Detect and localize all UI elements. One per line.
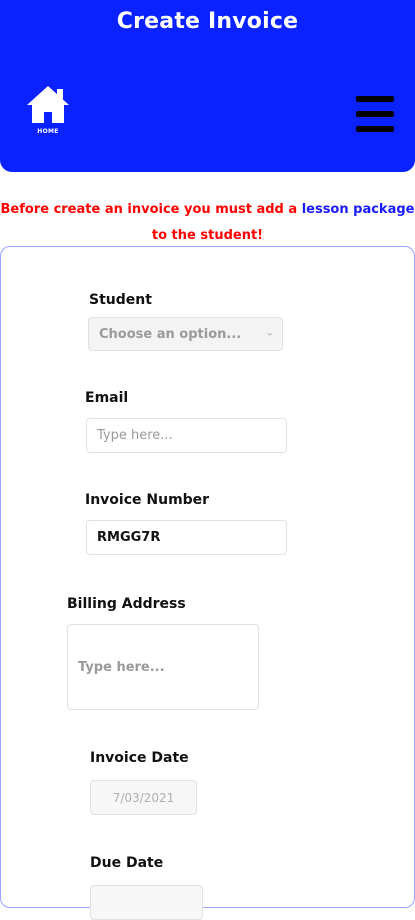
billing-address-label: Billing Address (67, 596, 186, 612)
email-field[interactable]: Type here... (86, 418, 287, 453)
home-button[interactable]: HOME (22, 84, 74, 148)
due-date-label: Due Date (90, 855, 164, 871)
email-label: Email (85, 390, 129, 406)
app-header: Create Invoice HOME (0, 0, 415, 172)
menu-bar-icon (356, 111, 394, 117)
invoice-date-field[interactable]: 7/03/2021 (90, 780, 197, 815)
warning-text-start: Before create an invoice you must add a (0, 202, 302, 217)
invoice-number-label: Invoice Number (85, 492, 210, 508)
page-title: Create Invoice (116, 9, 299, 34)
student-select-value: Choose an option... (99, 326, 242, 342)
invoice-form: Student Choose an option... ⌄ Email Type… (0, 246, 415, 920)
invoice-number-field[interactable]: RMGG7R (86, 520, 287, 555)
email-placeholder: Type here... (97, 428, 173, 443)
menu-bar-icon (356, 126, 394, 132)
hamburger-menu-button[interactable] (356, 96, 398, 138)
invoice-number-value: RMGG7R (97, 530, 161, 545)
chevron-down-icon: ⌄ (265, 327, 274, 339)
package-warning: Before create an invoice you must add a … (0, 197, 415, 249)
home-label: HOME (37, 128, 59, 135)
invoice-date-value: 7/03/2021 (112, 790, 175, 805)
student-select[interactable]: Choose an option... ⌄ (88, 317, 283, 351)
warning-text-end: to the student! (151, 228, 264, 243)
lesson-package-link[interactable]: lesson package (302, 202, 415, 217)
billing-address-placeholder: Type here... (78, 659, 165, 675)
student-label: Student (89, 292, 152, 308)
menu-bar-icon (356, 96, 394, 102)
home-icon (27, 86, 69, 123)
due-date-field[interactable] (90, 885, 203, 920)
invoice-date-label: Invoice Date (90, 750, 189, 766)
billing-address-textarea[interactable]: Type here... (67, 624, 259, 710)
